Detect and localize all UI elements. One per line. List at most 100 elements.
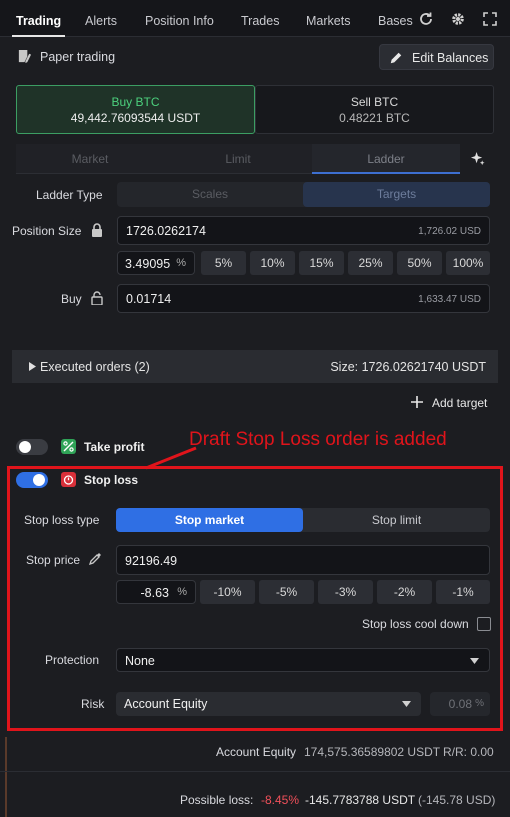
position-quick-10[interactable]: 10% [250, 251, 295, 275]
add-target-button[interactable]: Add target [432, 396, 487, 410]
annotation-arrow [145, 446, 197, 470]
stop-loss-type-selector: Stop market Stop limit [116, 508, 490, 532]
tab-position-info[interactable]: Position Info [145, 0, 214, 37]
tab-trades[interactable]: Trades [241, 0, 279, 37]
top-tab-bar: Trading Alerts Position Info Trades Mark… [0, 0, 510, 37]
buy-amount-input[interactable]: 0.01714 1,633.47 USD [117, 284, 490, 313]
stop-loss-type-label: Stop loss type [24, 513, 100, 527]
position-size-usd: 1,726.02 USD [418, 226, 481, 237]
sell-btc-amount: 0.48221 BTC [339, 111, 410, 125]
sell-btc-button[interactable]: Sell BTC 0.48221 BTC [255, 85, 494, 134]
position-quick-5[interactable]: 5% [201, 251, 246, 275]
possible-loss-percent: -8.45% [261, 793, 300, 807]
gear-icon[interactable] [450, 11, 466, 27]
risk-percent-value: 0.08 [448, 697, 472, 711]
stop-price-label: Stop price [26, 553, 81, 567]
take-profit-label: Take profit [84, 440, 145, 454]
unlock-icon[interactable] [91, 291, 103, 305]
plus-icon[interactable] [411, 396, 423, 408]
protection-select[interactable]: None [116, 648, 490, 672]
pencil-icon [390, 52, 402, 64]
stop-percent-value: -8.63 [140, 586, 170, 600]
caret-right-icon [29, 362, 36, 371]
paper-trading-label: Paper trading [40, 50, 116, 64]
footer-divider [0, 771, 510, 772]
possible-loss-label: Possible loss: [180, 793, 254, 807]
position-quick-50[interactable]: 50% [397, 251, 442, 275]
eyedropper-icon[interactable] [89, 552, 102, 565]
stop-quick-minus-3[interactable]: -3% [318, 580, 373, 604]
stop-quick-minus-5[interactable]: -5% [259, 580, 314, 604]
tab-market[interactable]: Market [16, 144, 164, 174]
stop-price-input[interactable]: 92196.49 [116, 545, 490, 575]
sell-btc-title: Sell BTC [350, 95, 399, 109]
position-size-value: 1726.0262174 [126, 224, 206, 238]
position-quick-25[interactable]: 25% [348, 251, 393, 275]
ladder-targets-option[interactable]: Targets [303, 182, 490, 207]
stop-quick-minus-2[interactable]: -2% [377, 580, 432, 604]
ladder-type-selector: Scales Targets [117, 182, 490, 207]
stop-percent-unit: % [177, 586, 187, 598]
lock-icon[interactable] [91, 223, 103, 237]
tab-markets[interactable]: Markets [306, 0, 350, 37]
risk-value: Account Equity [124, 697, 208, 711]
buy-amount-label: Buy [61, 292, 82, 306]
chevron-down-icon [470, 658, 479, 664]
position-percent-input[interactable]: 3.49095 % [117, 251, 195, 275]
tab-ladder[interactable]: Ladder [312, 144, 460, 174]
possible-loss-usd: (-145.78 USD) [418, 793, 496, 807]
buy-amount-usd: 1,633.47 USD [418, 294, 481, 305]
annotation-text: Draft Stop Loss order is added [189, 429, 447, 450]
take-profit-toggle[interactable] [16, 439, 48, 455]
position-size-label: Position Size [12, 224, 82, 238]
executed-orders-label: Executed orders (2) [40, 360, 150, 374]
executed-orders-bar[interactable]: Executed orders (2) Size: 1726.02621740 … [12, 350, 498, 383]
position-quick-15[interactable]: 15% [299, 251, 344, 275]
executed-orders-size: Size: 1726.02621740 USDT [330, 360, 486, 374]
cooldown-checkbox[interactable] [477, 617, 491, 631]
refresh-icon[interactable] [418, 11, 434, 27]
buy-btc-amount: 49,442.76093544 USDT [70, 111, 201, 125]
position-size-input[interactable]: 1726.0262174 1,726.02 USD [117, 216, 490, 245]
ladder-scales-option[interactable]: Scales [117, 182, 303, 207]
cooldown-label: Stop loss cool down [362, 617, 469, 631]
ladder-type-label: Ladder Type [36, 188, 103, 202]
tab-bases[interactable]: Bases [378, 0, 413, 37]
buy-btc-title: Buy BTC [111, 95, 160, 109]
stop-price-value: 92196.49 [125, 554, 178, 568]
expand-icon[interactable] [482, 11, 498, 27]
note-icon [18, 49, 32, 64]
sparkle-icon[interactable] [470, 151, 485, 166]
stop-quick-minus-10[interactable]: -10% [200, 580, 255, 604]
stop-loss-title: Stop loss [84, 473, 139, 487]
tab-limit[interactable]: Limit [164, 144, 312, 174]
stop-limit-option[interactable]: Stop limit [303, 508, 490, 532]
account-equity-value: 174,575.36589802 USDT [304, 745, 441, 759]
risk-percent-unit: % [475, 698, 484, 709]
position-quick-100[interactable]: 100% [446, 251, 490, 275]
stop-loss-toggle[interactable] [16, 472, 48, 488]
order-type-tabs: Market Limit Ladder [16, 144, 460, 174]
account-equity-label: Account Equity [216, 745, 297, 759]
left-edge-marker [5, 737, 7, 817]
risk-percent-input[interactable]: 0.08 % [430, 692, 490, 716]
risk-reward-ratio: R/R: 0.00 [443, 745, 494, 759]
stop-market-option[interactable]: Stop market [116, 508, 303, 532]
position-percent-unit: % [176, 257, 186, 269]
edit-balances-label: Edit Balances [412, 51, 489, 65]
tab-trading[interactable]: Trading [11, 0, 66, 37]
protection-value: None [125, 654, 155, 668]
stop-percent-input[interactable]: -8.63 % [116, 580, 196, 604]
stop-loss-icon [61, 472, 76, 487]
buy-amount-value: 0.01714 [126, 292, 172, 306]
position-percent-value: 3.49095 [125, 257, 171, 271]
buy-btc-button[interactable]: Buy BTC 49,442.76093544 USDT [16, 85, 255, 134]
stop-quick-minus-1[interactable]: -1% [436, 580, 490, 604]
tab-alerts[interactable]: Alerts [85, 0, 117, 37]
possible-loss-amount: -145.7783788 USDT [305, 793, 416, 807]
protection-label: Protection [45, 653, 100, 667]
risk-label: Risk [81, 697, 105, 711]
take-profit-icon [61, 439, 76, 454]
risk-select[interactable]: Account Equity [116, 692, 421, 716]
edit-balances-button[interactable]: Edit Balances [379, 44, 494, 70]
